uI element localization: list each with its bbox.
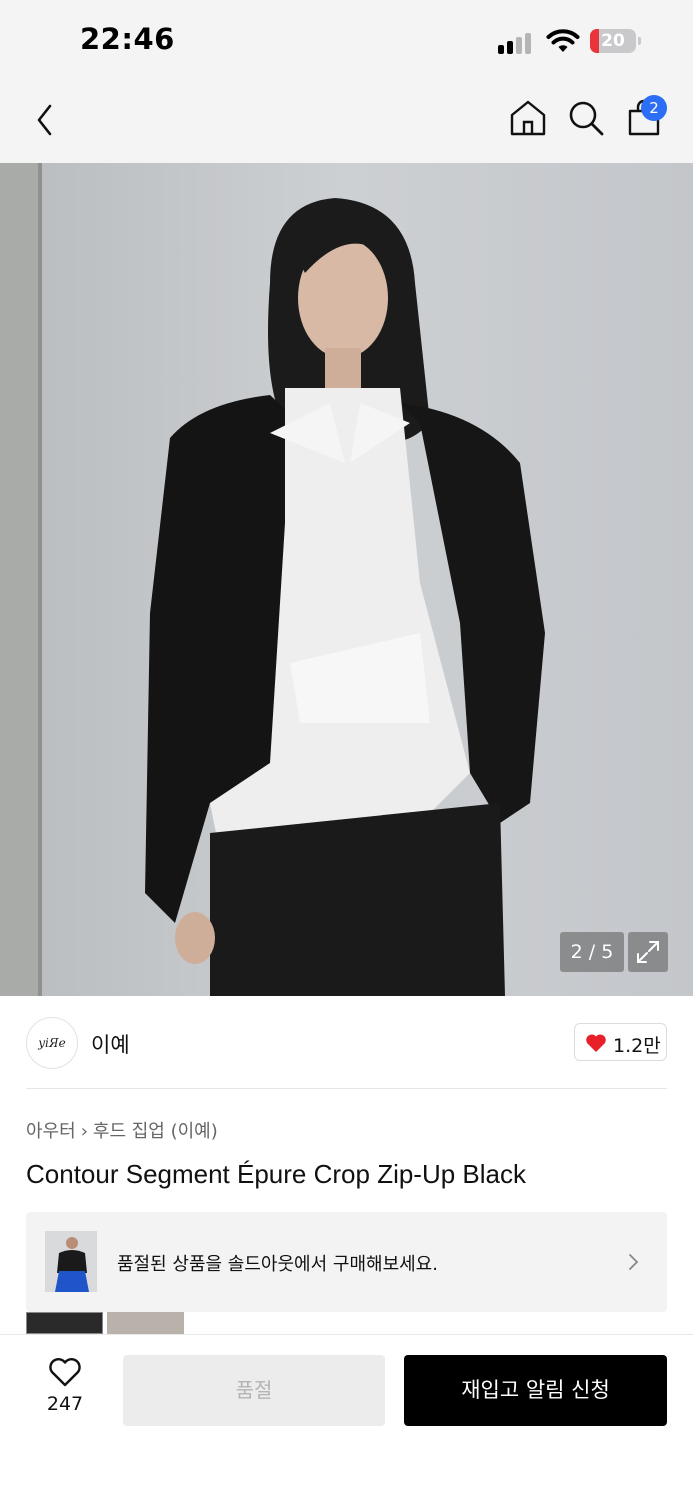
brand-name[interactable]: 이예	[91, 1029, 130, 1059]
breadcrumb: 아우터 › 후드 집업 (이예)	[26, 1117, 218, 1143]
battery-level: 20	[601, 31, 625, 51]
soldout-banner-text: 품절된 상품을 솔드아웃에서 구매해보세요.	[117, 1254, 438, 1275]
battery-icon: 20	[590, 29, 642, 53]
chevron-right-icon	[629, 1254, 639, 1270]
divider	[26, 1088, 667, 1089]
wishlist-count: 247	[46, 1393, 84, 1415]
thumbnail-item[interactable]	[107, 1312, 184, 1334]
cart-count-badge: 2	[641, 95, 667, 121]
home-icon[interactable]	[508, 98, 548, 138]
restock-alert-button[interactable]: 재입고 알림 신청	[404, 1355, 667, 1426]
heart-outline-icon	[49, 1358, 81, 1387]
status-time: 22:46	[80, 22, 175, 56]
navigation-bar: 2	[0, 78, 693, 163]
product-photo	[0, 163, 693, 996]
back-chevron-icon[interactable]	[30, 100, 60, 140]
chevron-right-icon: ›	[80, 1121, 88, 1142]
brand-like-button[interactable]: 1.2만	[574, 1023, 667, 1061]
soldout-banner[interactable]: 품절된 상품을 솔드아웃에서 구매해보세요.	[26, 1212, 667, 1312]
product-title: Contour Segment Épure Crop Zip-Up Black	[26, 1159, 527, 1189]
soldout-product-thumbnail	[45, 1231, 97, 1292]
cellular-signal-icon	[498, 32, 536, 54]
thumbnail-item[interactable]	[26, 1312, 103, 1334]
breadcrumb-category[interactable]: 아우터	[26, 1121, 76, 1142]
brand-row[interactable]: yiЯe 이예 1.2만	[0, 997, 693, 1089]
product-image[interactable]	[0, 163, 693, 996]
heart-filled-icon	[586, 1034, 606, 1052]
soldout-button: 품절	[123, 1355, 385, 1426]
wishlist-button[interactable]: 247	[30, 1357, 100, 1427]
expand-icon[interactable]	[628, 932, 668, 972]
status-bar: 22:46 20	[0, 0, 693, 78]
breadcrumb-subcategory[interactable]: 후드 집업 (이예)	[93, 1121, 218, 1142]
bottom-action-bar: 247 품절 재입고 알림 신청	[0, 1334, 693, 1500]
brand-logo[interactable]: yiЯe	[26, 1017, 78, 1069]
thumbnail-strip	[26, 1312, 186, 1334]
search-icon[interactable]	[566, 98, 606, 138]
brand-like-count: 1.2만	[613, 1035, 661, 1057]
wifi-icon	[546, 29, 580, 52]
image-counter: 2 / 5	[560, 932, 624, 972]
